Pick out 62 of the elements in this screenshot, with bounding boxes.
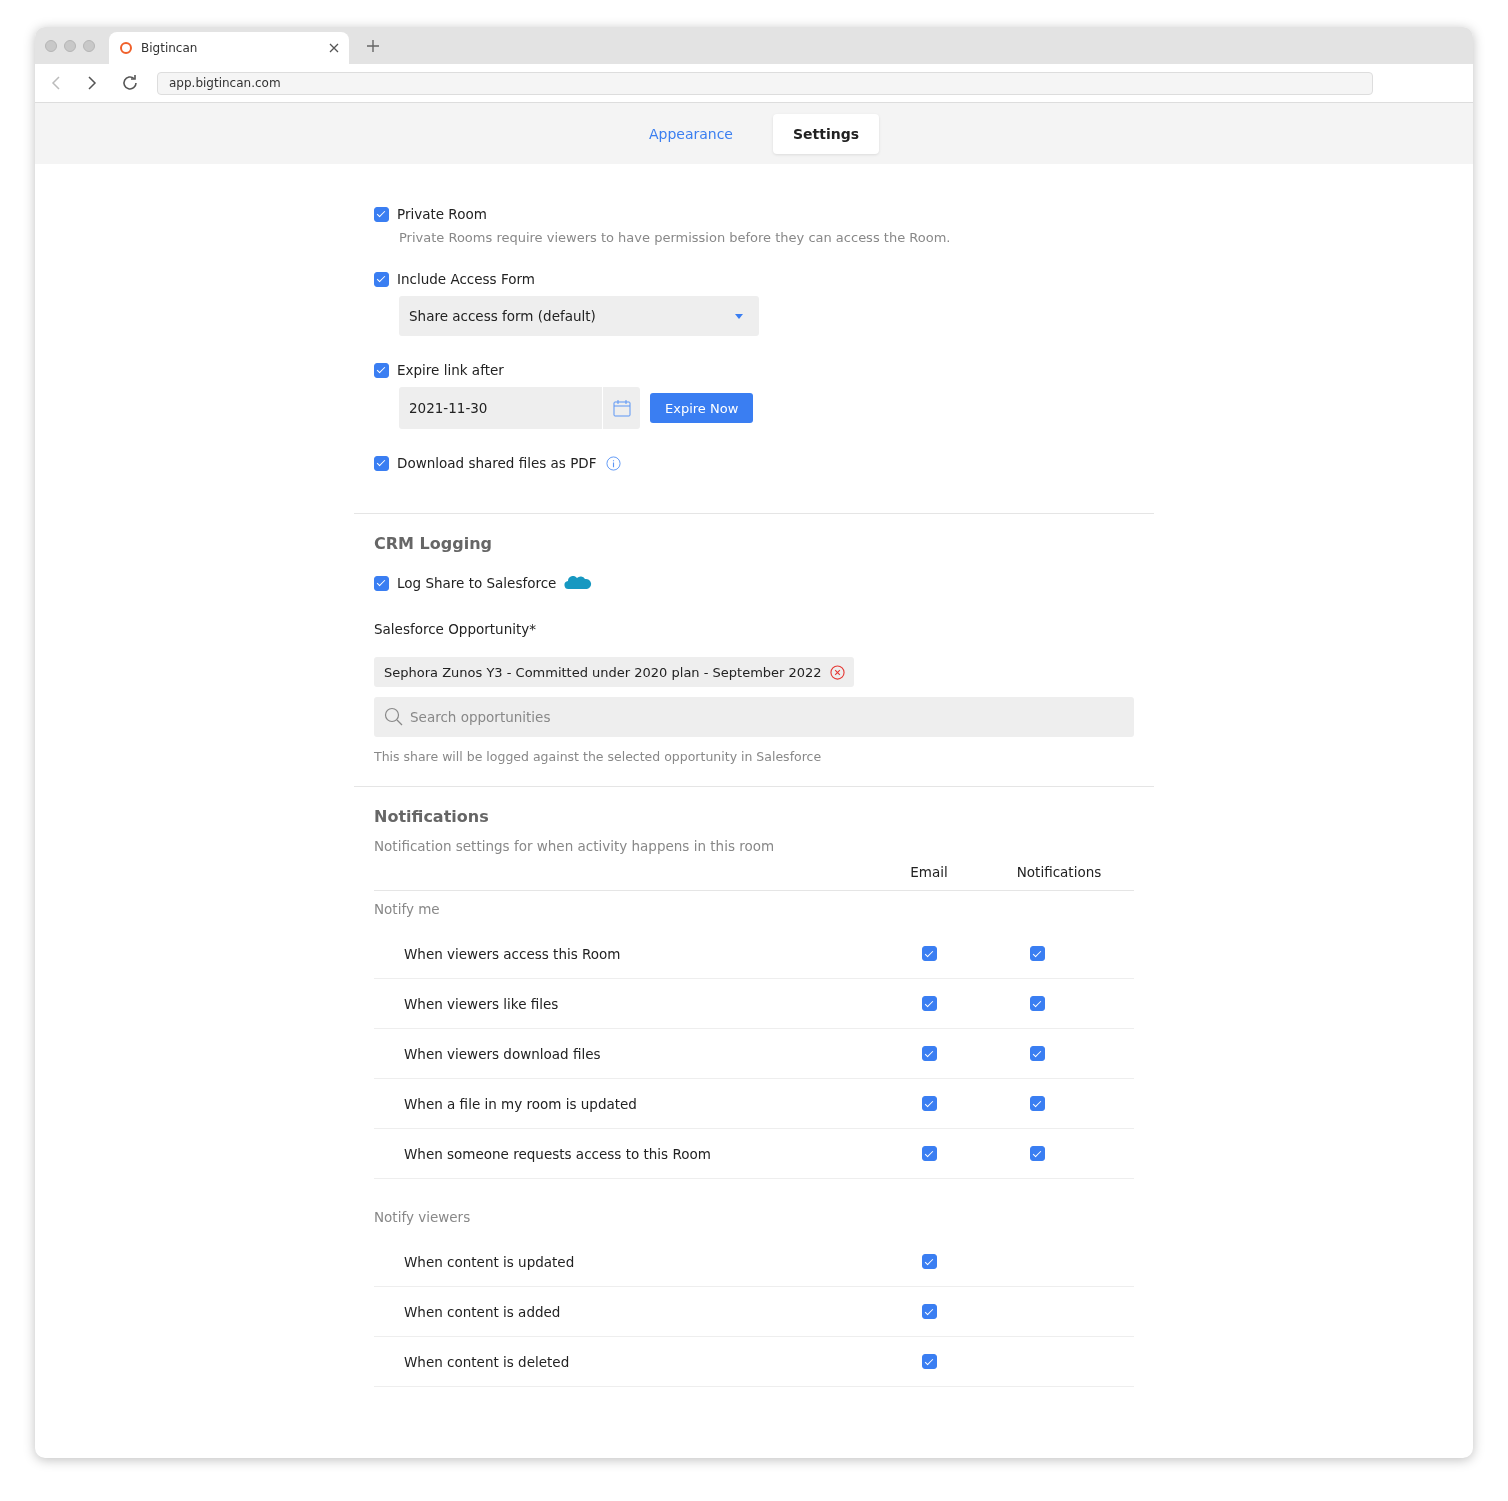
cloud-icon xyxy=(564,576,593,590)
info-icon[interactable] xyxy=(606,455,622,471)
browser-tab[interactable]: Bigtincan xyxy=(109,32,349,64)
checkbox[interactable] xyxy=(374,271,389,287)
checkbox[interactable] xyxy=(921,1354,937,1369)
tab[interactable]: Appearance xyxy=(628,113,753,154)
checkbox-label: Private Room xyxy=(397,206,487,222)
row-label: When content is updated xyxy=(374,1237,874,1287)
search-icon xyxy=(384,707,403,726)
hint-text: This share will be logged against the selected opportunity in Salesforce xyxy=(374,749,823,764)
checkbox[interactable] xyxy=(374,575,389,591)
section-subtitle: Notification settings for when activity happens in this room xyxy=(374,838,776,854)
forward-icon[interactable] xyxy=(87,76,97,90)
section-title: CRM Logging xyxy=(374,534,493,553)
search-field[interactable]: Search opportunities xyxy=(374,697,1134,737)
checkbox[interactable] xyxy=(921,1096,937,1111)
tab-title: Bigtincan xyxy=(141,41,199,55)
row-label: When content is added xyxy=(374,1287,874,1337)
column-header: Notifications xyxy=(984,854,1134,891)
row-label: When viewers like files xyxy=(374,979,874,1029)
row-label: When viewers download files xyxy=(374,1029,874,1079)
checkbox[interactable] xyxy=(921,1304,937,1319)
caret-icon xyxy=(735,313,743,319)
logo-icon xyxy=(119,41,133,55)
checkbox[interactable] xyxy=(921,946,937,961)
group-title: Notify me xyxy=(374,900,441,919)
checkbox[interactable] xyxy=(1030,946,1045,961)
dropdown[interactable]: Share access form (default) xyxy=(399,296,759,336)
checkbox[interactable] xyxy=(1030,1046,1045,1061)
close-icon[interactable] xyxy=(329,43,339,53)
checkbox[interactable] xyxy=(1030,996,1045,1011)
column-header: Email xyxy=(874,854,984,891)
section-title: Notifications xyxy=(374,807,490,826)
checkbox-label: Include Access Form xyxy=(397,271,535,287)
checkbox-label: Download shared files as PDF xyxy=(397,455,597,471)
plus-icon[interactable] xyxy=(367,39,379,52)
row-label: When content is deleted xyxy=(374,1337,874,1387)
checkbox[interactable] xyxy=(921,1046,937,1061)
group-title: Notify viewers xyxy=(374,1208,472,1227)
checkbox[interactable] xyxy=(1030,1096,1045,1111)
checkbox[interactable] xyxy=(374,455,389,471)
row-label: When viewers access this Room xyxy=(374,929,874,979)
address-bar[interactable]: app.bigtincan.com xyxy=(157,71,1373,95)
checkbox[interactable] xyxy=(1030,1146,1045,1161)
checkbox[interactable] xyxy=(374,362,389,378)
remove-icon[interactable] xyxy=(829,664,845,680)
description: Private Rooms require viewers to have permission before they can access the Room. xyxy=(399,230,952,245)
reload-icon[interactable] xyxy=(121,74,139,92)
date-field[interactable]: 2021-11-30 xyxy=(399,387,640,429)
checkbox[interactable] xyxy=(374,206,389,222)
calendar-icon[interactable] xyxy=(612,399,631,417)
checkbox[interactable] xyxy=(921,1146,937,1161)
checkbox-label: Log Share to Salesforce xyxy=(397,575,557,591)
row-label: When a file in my room is updated xyxy=(374,1079,874,1129)
checkbox[interactable] xyxy=(921,996,937,1011)
expire-now-button[interactable]: Expire Now xyxy=(650,393,754,423)
field-label: Salesforce Opportunity* xyxy=(374,621,537,637)
row-label: When someone requests access to this Room xyxy=(374,1129,874,1179)
tab[interactable]: Settings xyxy=(773,113,880,154)
checkbox[interactable] xyxy=(921,1254,937,1269)
opportunity-chip[interactable]: Sephora Zunos Y3 - Committed under 2020 plan - September 2022 xyxy=(374,657,854,687)
checkbox-label: Expire link after xyxy=(397,362,504,378)
